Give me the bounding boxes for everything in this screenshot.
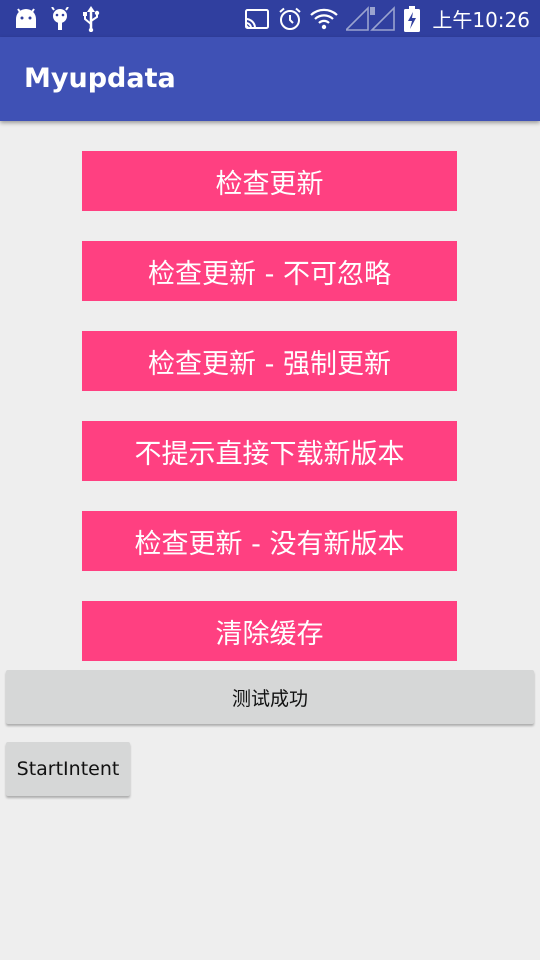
app-bar: Myupdata: [0, 37, 540, 121]
status-clock: 上午10:26: [432, 8, 530, 32]
check-update-force-button[interactable]: 检查更新 - 强制更新: [82, 331, 457, 391]
check-update-no-new-version-button[interactable]: 检查更新 - 没有新版本: [82, 511, 457, 571]
start-intent-button[interactable]: StartIntent: [6, 742, 130, 796]
check-update-not-ignorable-button[interactable]: 检查更新 - 不可忽略: [82, 241, 457, 301]
alarm-icon: [278, 7, 302, 31]
usb-icon: [82, 5, 100, 32]
battery-charging-icon: [404, 5, 421, 32]
signal-icon: [346, 5, 396, 32]
android-icon: [14, 7, 38, 30]
cast-icon: [244, 8, 270, 30]
status-right-icons: 上午10:26: [244, 4, 530, 33]
silent-download-button[interactable]: 不提示直接下载新版本: [82, 421, 457, 481]
status-bar: 上午10:26: [0, 0, 540, 37]
check-update-button[interactable]: 检查更新: [82, 151, 457, 211]
clear-cache-button[interactable]: 清除缓存: [82, 601, 457, 661]
test-success-button[interactable]: 测试成功: [6, 670, 534, 724]
wifi-icon: [310, 8, 339, 30]
app-title: Myupdata: [24, 63, 176, 94]
debug-icon: [50, 6, 70, 31]
status-left-icons: [14, 5, 100, 32]
